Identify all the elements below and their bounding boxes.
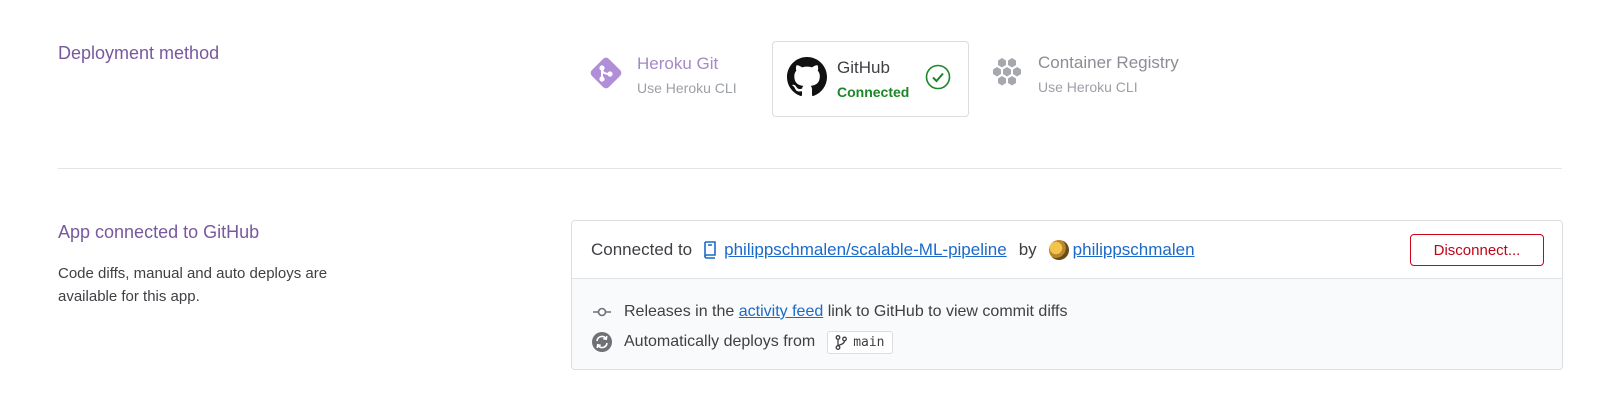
user-link[interactable]: philippschmalen bbox=[1073, 240, 1195, 260]
github-icon bbox=[787, 56, 827, 102]
auto-deploy-icon bbox=[591, 332, 613, 352]
method-heroku-git[interactable]: Heroku Git Use Heroku CLI bbox=[585, 52, 737, 99]
branch-icon bbox=[835, 334, 848, 350]
method-name: Heroku Git bbox=[637, 54, 719, 73]
auto-deploy-label: Automatically deploys from bbox=[624, 333, 816, 350]
connected-status: Connected bbox=[837, 83, 910, 100]
app-connected-description: Code diffs, manual and auto deploys are … bbox=[58, 265, 328, 305]
user-avatar bbox=[1048, 239, 1069, 260]
connection-details: Releases in the activity feed link to Gi… bbox=[572, 279, 1562, 369]
heroku-git-icon bbox=[585, 52, 627, 99]
repo-link[interactable]: philippschmalen/scalable-ML-pipeline bbox=[724, 240, 1007, 260]
repo-icon bbox=[702, 240, 718, 259]
connected-to-label: Connected to bbox=[591, 239, 693, 259]
branch-name: main bbox=[853, 334, 885, 350]
method-name: GitHub bbox=[837, 57, 890, 77]
method-subtitle: Use Heroku CLI bbox=[637, 80, 737, 96]
connection-header: Connected to philippschmalen/scalable-ML… bbox=[572, 221, 1562, 279]
releases-suffix: link to GitHub to view commit diffs bbox=[827, 303, 1068, 320]
auto-deploy-row: Automatically deploys from main bbox=[591, 327, 1562, 357]
disconnect-button[interactable]: Disconnect... bbox=[1410, 234, 1544, 266]
method-github[interactable]: GitHub Connected bbox=[772, 41, 969, 117]
commit-icon bbox=[591, 306, 613, 318]
github-connection-card: Connected to philippschmalen/scalable-ML… bbox=[571, 220, 1563, 370]
method-name: Container Registry bbox=[1038, 53, 1179, 72]
app-connected-title: App connected to GitHub bbox=[58, 222, 260, 242]
releases-prefix: Releases in the bbox=[624, 303, 735, 320]
method-subtitle: Use Heroku CLI bbox=[1038, 79, 1138, 95]
check-circle-icon bbox=[925, 64, 951, 95]
activity-feed-link[interactable]: activity feed bbox=[739, 303, 823, 321]
branch-badge: main bbox=[827, 330, 893, 354]
deployment-method-title: Deployment method bbox=[58, 43, 220, 63]
releases-row: Releases in the activity feed link to Gi… bbox=[591, 297, 1562, 327]
container-registry-icon bbox=[988, 52, 1028, 97]
method-container-registry[interactable]: Container Registry Use Heroku CLI bbox=[988, 52, 1179, 97]
section-divider bbox=[58, 168, 1562, 169]
by-label: by bbox=[1018, 239, 1037, 259]
